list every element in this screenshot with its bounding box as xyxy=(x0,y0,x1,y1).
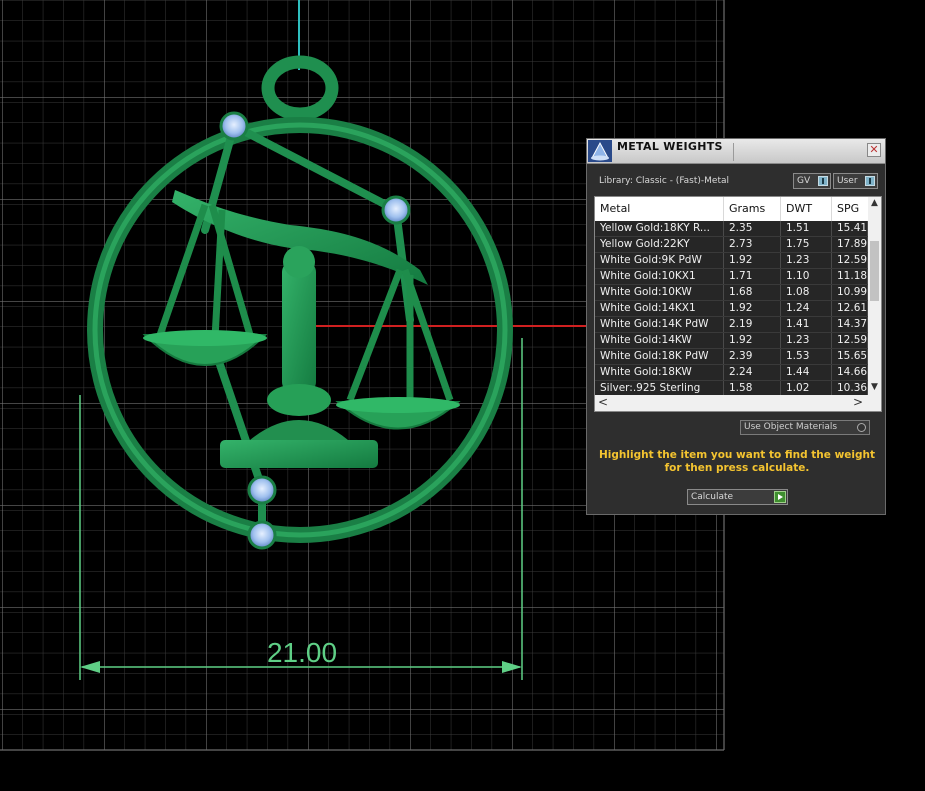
cell-grams: 2.39 xyxy=(724,349,781,364)
gv-toggle-label: GV xyxy=(797,176,811,186)
cell-grams: 1.92 xyxy=(724,253,781,268)
cell-spg: 12.61 xyxy=(832,301,868,316)
play-arrow-icon xyxy=(774,491,786,503)
cell-grams: 1.58 xyxy=(724,381,781,396)
table-row[interactable]: White Gold:18KW 2.24 1.44 14.66 xyxy=(595,365,868,381)
app-logo-icon xyxy=(588,140,612,162)
calculate-button[interactable]: Calculate xyxy=(687,489,788,505)
table-row[interactable]: White Gold:18K PdW 2.39 1.53 15.65 xyxy=(595,349,868,365)
table-row[interactable]: White Gold:14K PdW 2.19 1.41 14.37 xyxy=(595,317,868,333)
cell-dwt: 1.53 xyxy=(781,349,832,364)
library-label: Library: Classic - (Fast)-Metal xyxy=(599,176,730,186)
cell-spg: 14.66 xyxy=(832,365,868,380)
cell-spg: 14.37 xyxy=(832,317,868,332)
table-row[interactable]: Yellow Gold:22KY 2.73 1.75 17.89 xyxy=(595,237,868,253)
cell-metal: White Gold:18K PdW xyxy=(595,349,724,364)
cell-grams: 1.92 xyxy=(724,333,781,348)
cell-grams: 2.35 xyxy=(724,221,781,236)
table-row[interactable]: White Gold:9K PdW 1.92 1.23 12.59 xyxy=(595,253,868,269)
radio-icon[interactable] xyxy=(857,423,866,432)
cell-metal: Yellow Gold:18KY R... xyxy=(595,221,724,236)
cell-spg: 12.59 xyxy=(832,253,868,268)
cell-grams: 1.68 xyxy=(724,285,781,300)
cell-dwt: 1.75 xyxy=(781,237,832,252)
metal-weights-panel: METAL WEIGHTS ✕ Library: Classic - (Fast… xyxy=(586,138,886,515)
scroll-right-icon[interactable]: > xyxy=(850,395,866,411)
cell-grams: 2.24 xyxy=(724,365,781,380)
table-row[interactable]: White Gold:10KW 1.68 1.08 10.99 xyxy=(595,285,868,301)
cell-spg: 15.65 xyxy=(832,349,868,364)
cell-dwt: 1.02 xyxy=(781,381,832,396)
cell-dwt: 1.08 xyxy=(781,285,832,300)
gv-toggle[interactable]: GV xyxy=(793,173,831,189)
cell-dwt: 1.44 xyxy=(781,365,832,380)
cell-grams: 2.19 xyxy=(724,317,781,332)
cell-dwt: 1.41 xyxy=(781,317,832,332)
cell-metal: White Gold:14KW xyxy=(595,333,724,348)
cell-spg: 10.99 xyxy=(832,285,868,300)
cell-spg: 11.18 xyxy=(832,269,868,284)
panel-title-bar[interactable]: METAL WEIGHTS ✕ xyxy=(587,139,885,164)
cell-metal: White Gold:18KW xyxy=(595,365,724,380)
cell-metal: White Gold:14K PdW xyxy=(595,317,724,332)
calculate-label: Calculate xyxy=(691,492,734,502)
user-toggle[interactable]: User xyxy=(833,173,878,189)
title-separator xyxy=(733,143,734,161)
cell-metal: White Gold:9K PdW xyxy=(595,253,724,268)
cell-metal: Yellow Gold:22KY xyxy=(595,237,724,252)
cell-spg: 17.89 xyxy=(832,237,868,252)
vertical-scrollbar[interactable]: ▲ ▼ xyxy=(868,197,881,395)
cell-metal: Silver:.925 Sterling xyxy=(595,381,724,396)
cell-dwt: 1.10 xyxy=(781,269,832,284)
metal-table: Metal Grams DWT SPG Yellow Gold:18KY R..… xyxy=(594,196,882,412)
cell-dwt: 1.23 xyxy=(781,253,832,268)
dimension-label: 21.00 xyxy=(267,637,337,668)
close-icon[interactable]: ✕ xyxy=(867,143,881,157)
table-row[interactable]: White Gold:10KX1 1.71 1.10 11.18 xyxy=(595,269,868,285)
toggle-switch-icon xyxy=(865,176,875,186)
panel-title: METAL WEIGHTS xyxy=(617,140,723,153)
cell-metal: White Gold:10KX1 xyxy=(595,269,724,284)
column-header-metal[interactable]: Metal xyxy=(595,197,724,221)
cell-spg: 15.41 xyxy=(832,221,868,236)
cell-spg: 10.36 xyxy=(832,381,868,396)
table-row[interactable]: White Gold:14KX1 1.92 1.24 12.61 xyxy=(595,301,868,317)
cell-metal: White Gold:14KX1 xyxy=(595,301,724,316)
instruction-text: Highlight the item you want to find the … xyxy=(599,449,875,474)
table-row[interactable]: White Gold:14KW 1.92 1.23 12.59 xyxy=(595,333,868,349)
scroll-down-icon[interactable]: ▼ xyxy=(868,381,881,394)
cell-dwt: 1.51 xyxy=(781,221,832,236)
horizontal-scrollbar[interactable]: < > xyxy=(595,395,881,411)
cell-dwt: 1.23 xyxy=(781,333,832,348)
cell-grams: 1.92 xyxy=(724,301,781,316)
use-object-materials-label: Use Object Materials xyxy=(744,422,838,432)
toggle-switch-icon xyxy=(818,176,828,186)
column-header-grams[interactable]: Grams xyxy=(724,197,781,221)
cell-grams: 1.71 xyxy=(724,269,781,284)
cell-dwt: 1.24 xyxy=(781,301,832,316)
cell-metal: White Gold:10KW xyxy=(595,285,724,300)
cell-grams: 2.73 xyxy=(724,237,781,252)
column-header-spg[interactable]: SPG xyxy=(832,197,868,221)
use-object-materials-option[interactable]: Use Object Materials xyxy=(740,420,870,435)
table-row[interactable]: Yellow Gold:18KY R... 2.35 1.51 15.41 xyxy=(595,221,868,237)
cell-spg: 12.59 xyxy=(832,333,868,348)
scroll-left-icon[interactable]: < xyxy=(595,395,611,411)
table-body: Yellow Gold:18KY R... 2.35 1.51 15.41 Yello… xyxy=(595,221,868,397)
table-header: Metal Grams DWT SPG xyxy=(595,197,868,222)
column-header-dwt[interactable]: DWT xyxy=(781,197,832,221)
scroll-up-icon[interactable]: ▲ xyxy=(868,197,881,210)
user-toggle-label: User xyxy=(837,176,858,186)
vertical-scroll-thumb[interactable] xyxy=(870,241,879,301)
